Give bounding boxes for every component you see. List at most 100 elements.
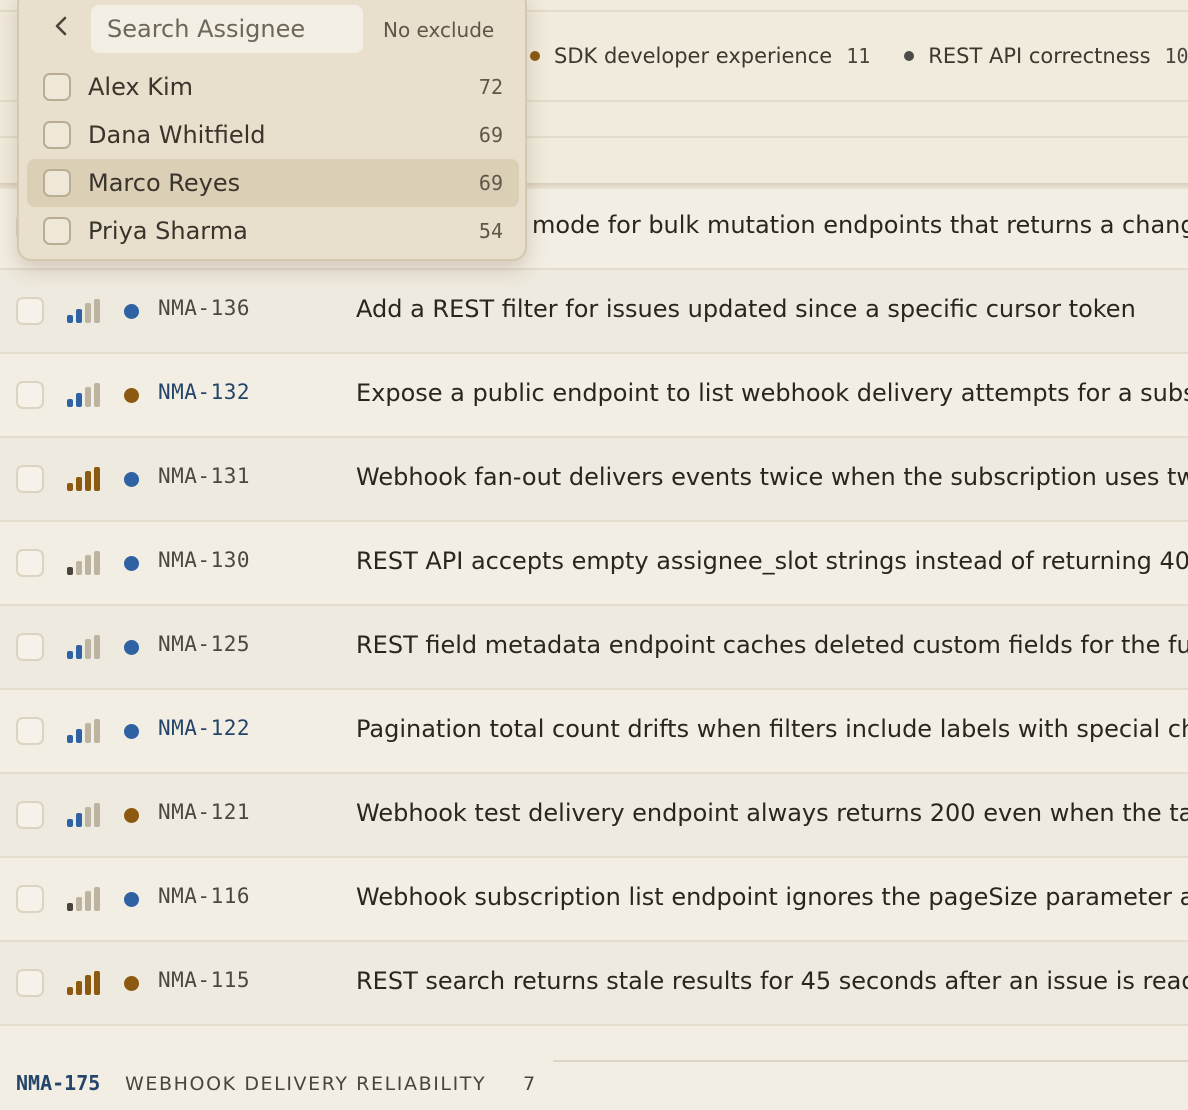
row-checkbox[interactable] bbox=[16, 465, 44, 493]
issue-row[interactable]: NMA-121 Webhook test delivery endpoint al… bbox=[0, 774, 1188, 858]
assignee-name: Alex Kim bbox=[88, 73, 194, 101]
issue-id[interactable]: NMA-115 bbox=[158, 968, 250, 992]
priority-bar bbox=[85, 975, 91, 995]
issue-list: mode for bulk mutation endpoints that re… bbox=[0, 186, 1188, 1026]
assignee-checkbox[interactable] bbox=[43, 73, 71, 101]
priority-bar bbox=[94, 467, 100, 491]
issue-title[interactable]: mode for bulk mutation endpoints that re… bbox=[532, 211, 1188, 239]
priority-bar bbox=[76, 393, 82, 407]
status-dot-icon[interactable] bbox=[124, 472, 139, 487]
issue-id[interactable]: NMA-130 bbox=[158, 548, 250, 572]
status-dot-icon[interactable] bbox=[124, 724, 139, 739]
assignee-option[interactable]: Dana Whitfield 69 bbox=[27, 111, 519, 159]
priority-bar bbox=[85, 471, 91, 491]
status-dot-icon[interactable] bbox=[124, 304, 139, 319]
priority-bars-icon[interactable] bbox=[67, 719, 105, 743]
issue-title[interactable]: Pagination total count drifts when filte… bbox=[356, 715, 1188, 743]
row-checkbox[interactable] bbox=[16, 801, 44, 829]
issue-title[interactable]: Expose a public endpoint to list webhook… bbox=[356, 379, 1188, 407]
priority-bar bbox=[94, 803, 100, 827]
priority-bar bbox=[67, 651, 73, 659]
issue-title[interactable]: REST field metadata endpoint caches dele… bbox=[356, 631, 1188, 659]
issue-row[interactable]: NMA-125 REST field metadata endpoint cach… bbox=[0, 606, 1188, 690]
issue-id[interactable]: NMA-132 bbox=[158, 380, 250, 404]
status-dot-icon[interactable] bbox=[124, 388, 139, 403]
issue-title[interactable]: Add a REST filter for issues updated sin… bbox=[356, 295, 1136, 323]
priority-bars-icon[interactable] bbox=[67, 551, 105, 575]
label-chip-count: 10 bbox=[1164, 44, 1188, 68]
assignee-option[interactable]: Marco Reyes 69 bbox=[27, 159, 519, 207]
priority-bars-icon[interactable] bbox=[67, 887, 105, 911]
row-checkbox[interactable] bbox=[16, 549, 44, 577]
issue-id[interactable]: NMA-131 bbox=[158, 464, 250, 488]
issue-title[interactable]: Webhook subscription list endpoint ignor… bbox=[356, 883, 1188, 911]
issue-row[interactable]: NMA-136 Add a REST filter for issues upda… bbox=[0, 270, 1188, 354]
chevron-left-icon-glyph bbox=[55, 16, 67, 36]
issue-row[interactable]: NMA-130 REST API accepts empty assignee_s… bbox=[0, 522, 1188, 606]
priority-bar bbox=[67, 735, 73, 743]
issue-title[interactable]: REST API accepts empty assignee_slot str… bbox=[356, 547, 1188, 575]
row-checkbox[interactable] bbox=[16, 381, 44, 409]
issue-title[interactable]: Webhook test delivery endpoint always re… bbox=[356, 799, 1188, 827]
issue-row[interactable]: NMA-115 REST search returns stale results… bbox=[0, 942, 1188, 1026]
priority-bars-icon[interactable] bbox=[67, 383, 105, 407]
priority-bar bbox=[76, 729, 82, 743]
priority-bar bbox=[85, 555, 91, 575]
issue-row[interactable]: NMA-116 Webhook subscription list endpoin… bbox=[0, 858, 1188, 942]
row-checkbox[interactable] bbox=[16, 297, 44, 325]
issue-row[interactable]: NMA-132 Expose a public endpoint to list … bbox=[0, 354, 1188, 438]
status-dot-icon[interactable] bbox=[124, 808, 139, 823]
assignee-issue-count: 69 bbox=[478, 123, 503, 147]
group-count: 7 bbox=[523, 1073, 536, 1095]
assignee-issue-count: 72 bbox=[478, 75, 503, 99]
issue-list-page: SDK developer experience 11 REST API cor… bbox=[0, 0, 1188, 1110]
status-dot-icon[interactable] bbox=[124, 892, 139, 907]
assignee-option[interactable]: Alex Kim 72 bbox=[27, 63, 519, 111]
issue-row[interactable]: NMA-131 Webhook fan-out delivers events t… bbox=[0, 438, 1188, 522]
group-id: NMA-175 bbox=[16, 1071, 101, 1095]
issue-id[interactable]: NMA-121 bbox=[158, 800, 250, 824]
status-dot-icon[interactable] bbox=[124, 976, 139, 991]
assignee-option[interactable]: Priya Sharma 54 bbox=[27, 207, 519, 255]
priority-bar bbox=[85, 303, 91, 323]
row-checkbox[interactable] bbox=[16, 633, 44, 661]
issue-title[interactable]: REST search returns stale results for 45… bbox=[356, 967, 1188, 995]
row-checkbox[interactable] bbox=[16, 885, 44, 913]
label-chip-name: SDK developer experience bbox=[554, 44, 833, 68]
label-chip[interactable]: REST API correctness 10 bbox=[894, 44, 1188, 68]
assignee-name: Dana Whitfield bbox=[88, 121, 266, 149]
issue-title[interactable]: Webhook fan-out delivers events twice wh… bbox=[356, 463, 1188, 491]
priority-bar bbox=[94, 383, 100, 407]
group-divider bbox=[553, 1060, 1188, 1062]
issue-id[interactable]: NMA-116 bbox=[158, 884, 250, 908]
priority-bar bbox=[94, 719, 100, 743]
status-dot-icon[interactable] bbox=[124, 556, 139, 571]
exclude-toggle[interactable]: No exclude bbox=[383, 18, 494, 42]
row-checkbox[interactable] bbox=[16, 969, 44, 997]
priority-bar bbox=[67, 399, 73, 407]
priority-bars-icon[interactable] bbox=[67, 803, 105, 827]
chevron-left-icon[interactable] bbox=[49, 14, 73, 38]
row-checkbox[interactable] bbox=[16, 717, 44, 745]
priority-bars-icon[interactable] bbox=[67, 467, 105, 491]
assignee-checkbox[interactable] bbox=[43, 217, 71, 245]
group-header[interactable]: NMA-175 WEBHOOK DELIVERY RELIABILITY 7 bbox=[0, 1026, 1188, 1110]
issue-id[interactable]: NMA-122 bbox=[158, 716, 250, 740]
status-dot-icon[interactable] bbox=[124, 640, 139, 655]
priority-bar bbox=[76, 981, 82, 995]
issue-id[interactable]: NMA-136 bbox=[158, 296, 250, 320]
issue-id[interactable]: NMA-125 bbox=[158, 632, 250, 656]
priority-bar bbox=[94, 635, 100, 659]
assignee-checkbox[interactable] bbox=[43, 121, 71, 149]
priority-bars-icon[interactable] bbox=[67, 971, 105, 995]
label-chip[interactable]: SDK developer experience 11 bbox=[520, 44, 870, 68]
priority-bars-icon[interactable] bbox=[67, 635, 105, 659]
priority-bar bbox=[94, 887, 100, 911]
priority-bar bbox=[85, 807, 91, 827]
priority-bar bbox=[67, 819, 73, 827]
issue-row[interactable]: NMA-122 Pagination total count drifts whe… bbox=[0, 690, 1188, 774]
assignee-search-input[interactable] bbox=[91, 5, 363, 53]
priority-bars-icon[interactable] bbox=[67, 299, 105, 323]
assignee-checkbox[interactable] bbox=[43, 169, 71, 197]
priority-bar bbox=[67, 315, 73, 323]
